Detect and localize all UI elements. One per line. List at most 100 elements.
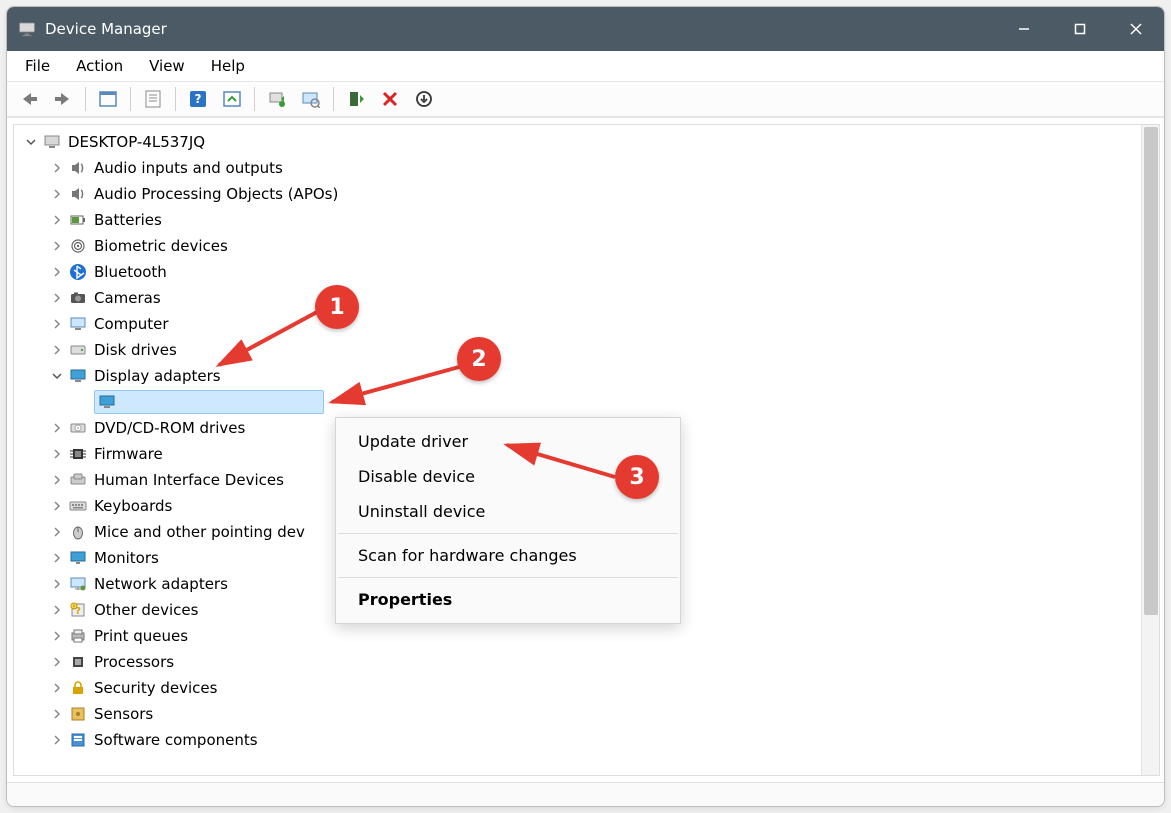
ctx-disable-device[interactable]: Disable device (336, 459, 680, 494)
unknown-icon: ?! (68, 600, 88, 620)
tree-category[interactable]: Audio Processing Objects (APOs) (14, 181, 1159, 207)
speaker-icon (68, 184, 88, 204)
cdrom-icon (68, 418, 88, 438)
chevron-right-icon[interactable] (48, 601, 66, 619)
tree-category[interactable]: Software components (14, 727, 1159, 753)
forward-button[interactable] (47, 85, 79, 113)
tree-category-label: Bluetooth (94, 265, 167, 280)
tree-category-label: Processors (94, 655, 174, 670)
menu-action[interactable]: Action (64, 53, 135, 79)
tree-category[interactable]: Cameras (14, 285, 1159, 311)
properties-button[interactable] (137, 85, 169, 113)
show-hidden-button[interactable] (92, 85, 124, 113)
chevron-right-icon[interactable] (48, 523, 66, 541)
menu-view[interactable]: View (137, 53, 197, 79)
tree-category[interactable]: Display adapters (14, 363, 1159, 389)
chevron-right-icon[interactable] (48, 679, 66, 697)
chevron-right-icon[interactable] (48, 289, 66, 307)
menu-file[interactable]: File (13, 53, 62, 79)
tree-category-label: Monitors (94, 551, 159, 566)
update-driver-button[interactable] (261, 85, 293, 113)
chevron-down-icon[interactable] (22, 133, 40, 151)
disable-device-button[interactable] (374, 85, 406, 113)
chevron-right-icon[interactable] (48, 575, 66, 593)
chevron-right-icon[interactable] (48, 627, 66, 645)
chevron-right-icon[interactable] (48, 731, 66, 749)
fingerprint-icon (68, 236, 88, 256)
speaker-icon (68, 158, 88, 178)
tree-category[interactable]: Print queues (14, 623, 1159, 649)
tree-device-label (123, 395, 128, 410)
close-button[interactable] (1108, 7, 1164, 51)
chevron-right-icon[interactable] (48, 237, 66, 255)
chevron-right-icon[interactable] (48, 471, 66, 489)
titlebar: Device Manager (7, 7, 1164, 51)
printer-icon (68, 626, 88, 646)
chevron-right-icon[interactable] (48, 341, 66, 359)
statusbar (7, 782, 1164, 806)
scan-hardware-button[interactable] (295, 85, 327, 113)
tree-category[interactable]: Audio inputs and outputs (14, 155, 1159, 181)
tree-category-label: Keyboards (94, 499, 172, 514)
tree-category-label: Biometric devices (94, 239, 228, 254)
ctx-uninstall-device[interactable]: Uninstall device (336, 494, 680, 529)
ctx-separator (338, 577, 678, 578)
ctx-properties[interactable]: Properties (336, 582, 680, 617)
back-button[interactable] (13, 85, 45, 113)
tree-root-label: DESKTOP-4L537JQ (68, 135, 205, 150)
tree-category[interactable]: Bluetooth (14, 259, 1159, 285)
lock-icon (68, 678, 88, 698)
ctx-scan-hardware[interactable]: Scan for hardware changes (336, 538, 680, 573)
chevron-right-icon[interactable] (48, 419, 66, 437)
help-button[interactable]: ? (182, 85, 214, 113)
tree-category-label: Computer (94, 317, 169, 332)
tree-category[interactable]: Biometric devices (14, 233, 1159, 259)
menu-help[interactable]: Help (199, 53, 257, 79)
enable-device-button[interactable] (340, 85, 372, 113)
toolbar: ? (7, 81, 1164, 117)
vertical-scrollbar[interactable] (1141, 125, 1159, 775)
chevron-right-icon[interactable] (48, 445, 66, 463)
uninstall-device-button[interactable] (408, 85, 440, 113)
chevron-right-icon[interactable] (48, 497, 66, 515)
software-icon (68, 730, 88, 750)
tree-category[interactable]: Security devices (14, 675, 1159, 701)
tree-category[interactable]: Computer (14, 311, 1159, 337)
display-icon (68, 366, 88, 386)
tree-device[interactable] (14, 389, 1159, 415)
maximize-button[interactable] (1052, 7, 1108, 51)
chevron-right-icon[interactable] (48, 211, 66, 229)
tree-category-label: Cameras (94, 291, 161, 306)
tree-category-label: Mice and other pointing dev (94, 525, 305, 540)
tree-category-label: Print queues (94, 629, 188, 644)
tree-category[interactable]: Sensors (14, 701, 1159, 727)
chip-icon (68, 444, 88, 464)
chevron-right-icon[interactable] (48, 185, 66, 203)
chevron-right-icon[interactable] (48, 159, 66, 177)
tree-category[interactable]: Batteries (14, 207, 1159, 233)
tree-category-label: Sensors (94, 707, 153, 722)
keyboard-icon (68, 496, 88, 516)
minimize-button[interactable] (996, 7, 1052, 51)
chevron-right-icon[interactable] (48, 263, 66, 281)
chevron-down-icon[interactable] (48, 367, 66, 385)
ctx-separator (338, 533, 678, 534)
svg-text:!: ! (73, 605, 75, 611)
tree-category[interactable]: Processors (14, 649, 1159, 675)
chevron-right-icon[interactable] (48, 549, 66, 567)
scroll-thumb[interactable] (1144, 127, 1158, 615)
tree-category-label: Human Interface Devices (94, 473, 284, 488)
chevron-right-icon[interactable] (48, 315, 66, 333)
disk-icon (68, 340, 88, 360)
refresh-button[interactable] (216, 85, 248, 113)
tree-root[interactable]: DESKTOP-4L537JQ (14, 129, 1159, 155)
hid-icon (68, 470, 88, 490)
chevron-right-icon[interactable] (48, 705, 66, 723)
computer-icon (68, 314, 88, 334)
chevron-right-icon[interactable] (48, 653, 66, 671)
ctx-update-driver[interactable]: Update driver (336, 424, 680, 459)
context-menu: Update driver Disable device Uninstall d… (335, 417, 681, 624)
tree-category-label: Display adapters (94, 369, 221, 384)
tree-category[interactable]: Disk drives (14, 337, 1159, 363)
bluetooth-icon (68, 262, 88, 282)
